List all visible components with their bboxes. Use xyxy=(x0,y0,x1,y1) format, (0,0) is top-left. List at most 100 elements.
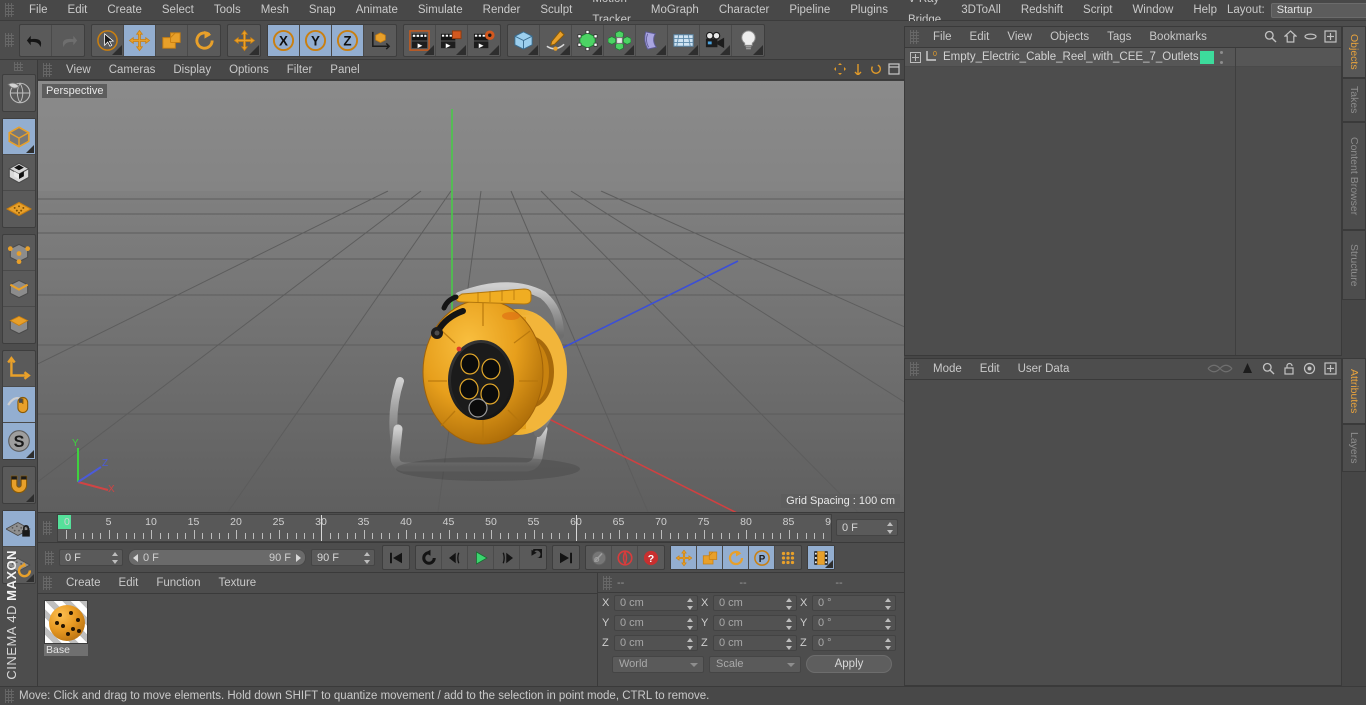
object-menu-view[interactable]: View xyxy=(998,26,1041,48)
add-primitive-cube[interactable] xyxy=(508,24,540,56)
menu-item-help[interactable]: Help xyxy=(1183,0,1227,21)
lock-y-axis[interactable]: Y xyxy=(300,24,332,56)
preview-range-slider[interactable]: 0 F 90 F xyxy=(128,549,306,566)
next-frame-button[interactable] xyxy=(494,546,520,569)
menu-item-window[interactable]: Window xyxy=(1122,0,1183,21)
add-deformer[interactable] xyxy=(636,24,668,56)
material-menu-create[interactable]: Create xyxy=(57,572,110,594)
search-icon[interactable] xyxy=(1264,30,1277,43)
preview-start-field[interactable]: 0 F xyxy=(59,549,123,566)
coordinate-system-dropdown[interactable]: World xyxy=(612,655,704,673)
texture-mode-button[interactable] xyxy=(2,155,35,191)
rotate-view-icon[interactable] xyxy=(870,63,882,75)
undo-button[interactable] xyxy=(20,24,52,56)
rotation-x-field[interactable]: 0 ° xyxy=(812,595,896,611)
select-tool[interactable] xyxy=(92,24,124,56)
add-spline-pen[interactable] xyxy=(540,24,572,56)
menu-item-pipeline[interactable]: Pipeline xyxy=(779,0,840,21)
size-x-field[interactable]: 0 cm xyxy=(713,595,797,611)
scale-tool[interactable] xyxy=(156,24,188,56)
keyframe-selection-button[interactable]: ? xyxy=(638,546,664,569)
preview-end-field[interactable]: 90 F xyxy=(311,549,375,566)
position-z-stepper[interactable] xyxy=(687,638,694,650)
menu-item-create[interactable]: Create xyxy=(97,0,152,21)
coordinate-system-toggle[interactable] xyxy=(364,25,396,56)
size-y-stepper[interactable] xyxy=(786,618,793,630)
attribute-menu-mode[interactable]: Mode xyxy=(924,358,971,380)
menu-item-mesh[interactable]: Mesh xyxy=(251,0,299,21)
go-to-start-button[interactable] xyxy=(383,546,409,569)
expand-plus-icon[interactable] xyxy=(910,51,921,63)
menu-item-redshift[interactable]: Redshift xyxy=(1011,0,1073,21)
menu-item-snap[interactable]: Snap xyxy=(299,0,346,21)
object-visibility-dots[interactable] xyxy=(1220,51,1224,64)
menu-item-mograph[interactable]: MoGraph xyxy=(641,0,709,21)
workplane-mode-button[interactable] xyxy=(3,191,35,227)
key-position-button[interactable] xyxy=(671,546,697,569)
vtab-content-browser[interactable]: Content Browser xyxy=(1342,122,1366,230)
add-modeling-object[interactable] xyxy=(604,24,636,56)
key-parameter-button[interactable]: P xyxy=(749,546,775,569)
pan-view-icon[interactable] xyxy=(834,63,846,75)
timeline-gripper[interactable] xyxy=(43,520,52,535)
menu-item-file[interactable]: File xyxy=(19,0,58,21)
object-menu-edit[interactable]: Edit xyxy=(961,26,999,48)
enable-axis-button[interactable] xyxy=(2,351,35,387)
vtab-takes[interactable]: Takes xyxy=(1342,78,1366,122)
material-list[interactable]: Base xyxy=(38,594,597,656)
new-layer-icon[interactable] xyxy=(1324,30,1337,43)
add-environment[interactable] xyxy=(668,24,700,56)
rotation-y-stepper[interactable] xyxy=(885,618,892,630)
polygons-mode-button[interactable] xyxy=(3,307,35,343)
menu-item-edit[interactable]: Edit xyxy=(58,0,98,21)
record-active-objects-button[interactable] xyxy=(586,546,612,569)
rotation-z-field[interactable]: 0 ° xyxy=(812,635,896,651)
viewport-menu-filter[interactable]: Filter xyxy=(278,60,322,80)
lock-icon[interactable] xyxy=(1283,362,1295,375)
material-item[interactable]: Base xyxy=(44,600,88,656)
add-generator[interactable] xyxy=(572,24,604,56)
play-button[interactable] xyxy=(468,546,494,569)
size-z-stepper[interactable] xyxy=(786,638,793,650)
position-z-field[interactable]: 0 cm xyxy=(614,635,698,651)
rotation-y-field[interactable]: 0 ° xyxy=(812,615,896,631)
make-editable-button[interactable] xyxy=(3,75,35,111)
viewport-solo-button[interactable] xyxy=(2,387,35,423)
position-y-field[interactable]: 0 cm xyxy=(614,615,698,631)
play-backwards-loop-button[interactable] xyxy=(416,546,442,569)
home-icon[interactable] xyxy=(1284,30,1297,43)
size-z-field[interactable]: 0 cm xyxy=(713,635,797,651)
menu-item-animate[interactable]: Animate xyxy=(346,0,408,21)
position-x-stepper[interactable] xyxy=(687,598,694,610)
play-forward-loop-button[interactable] xyxy=(520,546,546,569)
search-icon[interactable] xyxy=(1262,362,1275,375)
vtab-layers[interactable]: Layers xyxy=(1342,424,1366,472)
points-mode-button[interactable] xyxy=(2,235,35,271)
edges-mode-button[interactable] xyxy=(2,271,35,307)
perspective-viewport[interactable]: Perspective Grid Spacing : 100 cm Y X Z xyxy=(38,81,904,512)
object-menu-file[interactable]: File xyxy=(924,26,961,48)
render-region-button[interactable] xyxy=(436,24,468,56)
object-layer-color[interactable] xyxy=(1200,51,1214,64)
layout-dropdown[interactable]: Startup xyxy=(1270,2,1366,18)
object-menu-tags[interactable]: Tags xyxy=(1098,26,1140,48)
viewport-menu-view[interactable]: View xyxy=(57,60,100,80)
new-tab-icon[interactable] xyxy=(1324,362,1337,375)
menu-item-3dtoall[interactable]: 3DToAll xyxy=(951,0,1011,21)
menu-item-character[interactable]: Character xyxy=(709,0,780,21)
history-icon[interactable] xyxy=(1207,362,1233,375)
lock-z-axis[interactable]: Z xyxy=(332,24,364,56)
material-menu-function[interactable]: Function xyxy=(147,572,209,594)
menu-item-tools[interactable]: Tools xyxy=(204,0,251,21)
material-gripper[interactable] xyxy=(43,576,52,590)
ellipse-icon[interactable] xyxy=(1304,30,1317,43)
toolbar-gripper[interactable] xyxy=(5,33,14,47)
key-pla-button[interactable] xyxy=(775,546,801,569)
material-menu-texture[interactable]: Texture xyxy=(209,572,265,594)
render-view-button[interactable] xyxy=(404,24,436,56)
playbar-gripper[interactable] xyxy=(45,550,54,565)
current-frame-field[interactable]: 0 F xyxy=(836,519,898,536)
previous-frame-button[interactable] xyxy=(442,546,468,569)
go-to-end-button[interactable] xyxy=(553,546,579,569)
status-gripper[interactable] xyxy=(5,689,14,703)
